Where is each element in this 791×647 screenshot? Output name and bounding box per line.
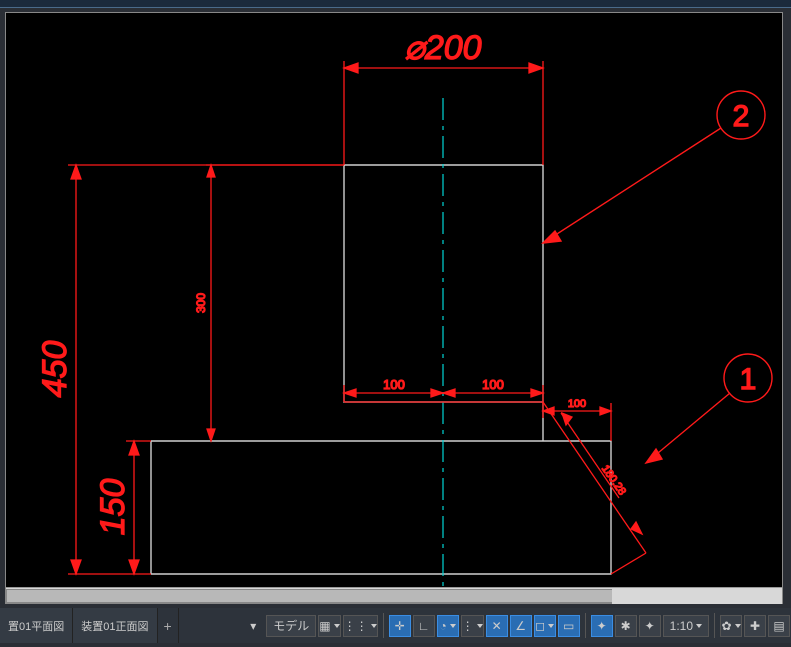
model-label: モデル xyxy=(273,617,309,634)
dim-height-cylinder: 300 xyxy=(194,165,344,441)
2dosnap-toggle[interactable]: ◻ xyxy=(534,615,556,637)
dim-chamfer-len-val: 180.28 xyxy=(599,463,628,497)
more-button[interactable]: ▤ xyxy=(768,615,790,637)
add-button[interactable]: ✚ xyxy=(744,615,766,637)
scale-label: 1:10 xyxy=(670,619,693,633)
ucs-toggle[interactable]: ✦ xyxy=(591,615,613,637)
balloon-2: 2 xyxy=(543,91,765,243)
dim-half-left: 100 xyxy=(383,377,405,392)
anno-scale-dropdown[interactable]: 1:10 xyxy=(663,615,709,637)
grid-icon: ▦ xyxy=(319,619,330,633)
balloon-1: 1 xyxy=(646,354,772,463)
plus-icon: + xyxy=(164,618,172,634)
otrack-icon: ✕ xyxy=(492,619,502,633)
a-icon: ✱ xyxy=(621,619,631,633)
status-bar: 置01平面図 装置01正面図 + ▾ モデル ▦ ⋮⋮ ✛ ∟ ◔ ⋮ ✕ ∠ … xyxy=(0,608,791,643)
a2-button[interactable]: ✦ xyxy=(639,615,661,637)
iso-icon: ⋮ xyxy=(462,619,474,633)
tab-label: 置01平面図 xyxy=(8,618,64,634)
grid-toggle[interactable]: ▦ xyxy=(318,615,340,637)
chevron-down-icon xyxy=(696,624,702,628)
drawing-area[interactable]: ⌀200 450 150 xyxy=(0,8,791,608)
snap-icon: ✛ xyxy=(395,619,405,633)
snap-toggle[interactable]: ✛ xyxy=(389,615,411,637)
lineweight-icon: ▭ xyxy=(563,619,574,633)
dim-height-base: 150 xyxy=(94,441,151,574)
dim-diameter-value: ⌀200 xyxy=(404,29,481,67)
a2-icon: ✦ xyxy=(645,619,655,633)
model-space-button[interactable]: モデル xyxy=(266,615,316,637)
isodraft-toggle[interactable]: ⋮ xyxy=(461,615,484,637)
cad-drawing: ⌀200 450 150 xyxy=(6,13,784,605)
tab-label: 装置01正面図 xyxy=(81,618,148,634)
chevron-down-icon xyxy=(334,624,340,628)
dim-half-right: 100 xyxy=(482,377,504,392)
chevron-down-icon xyxy=(450,624,456,628)
otrack-toggle[interactable]: ✕ xyxy=(486,615,508,637)
dim-chamfer-horiz: 100 xyxy=(543,398,611,441)
2dosnap-icon: ◻ xyxy=(535,619,545,633)
chevron-down-icon: ▾ xyxy=(250,619,256,633)
lineweight-toggle[interactable]: ▭ xyxy=(558,615,580,637)
ortho-toggle[interactable]: ∟ xyxy=(413,615,435,637)
dots-icon: ⋮⋮ xyxy=(344,619,368,633)
polar-toggle[interactable]: ◔ xyxy=(437,615,459,637)
dim-chamfer-w: 100 xyxy=(568,398,586,410)
chevron-down-icon xyxy=(371,624,377,628)
chevron-down-icon xyxy=(477,624,483,628)
chevron-down-icon xyxy=(735,624,741,628)
angle-icon: ∟ xyxy=(418,619,430,633)
osnap-icon: ∠ xyxy=(515,619,526,633)
settings-button[interactable]: ✿ xyxy=(720,615,742,637)
layout-tabs: 置01平面図 装置01正面図 + xyxy=(0,608,179,643)
tab-plan-view[interactable]: 置01平面図 xyxy=(0,608,73,643)
dim-chamfer-len: 180.28 xyxy=(543,402,646,574)
part-outline xyxy=(151,165,611,574)
add-tab-button[interactable]: + xyxy=(158,608,179,643)
title-bar xyxy=(0,0,791,8)
tab-front-view[interactable]: 装置01正面図 xyxy=(73,608,157,643)
balloon-2-num: 2 xyxy=(733,100,750,133)
polar-icon: ◔ xyxy=(440,619,447,633)
scrollbar-track-end xyxy=(612,588,782,604)
dimensions: ⌀200 450 150 xyxy=(36,29,646,574)
osnap-toggle[interactable]: ∠ xyxy=(510,615,532,637)
dim-height-cyl-value: 300 xyxy=(194,293,208,313)
dim-height-total-value: 450 xyxy=(36,341,74,398)
history-dropdown[interactable]: ▾ xyxy=(242,615,264,637)
scrollbar-thumb[interactable] xyxy=(6,589,616,603)
person-icon: ✦ xyxy=(597,619,607,633)
a1-button[interactable]: ✱ xyxy=(615,615,637,637)
model-canvas[interactable]: ⌀200 450 150 xyxy=(5,12,783,604)
dots-menu[interactable]: ⋮⋮ xyxy=(343,615,378,637)
horizontal-scrollbar[interactable] xyxy=(6,587,782,603)
dim-height-base-value: 150 xyxy=(94,479,132,536)
gear-icon: ✿ xyxy=(721,619,731,633)
more-icon: ▤ xyxy=(773,619,784,633)
balloon-1-num: 1 xyxy=(740,363,757,396)
chevron-down-icon xyxy=(548,624,554,628)
dim-height-total: 450 xyxy=(36,165,344,574)
plus-icon: ✚ xyxy=(750,619,760,633)
